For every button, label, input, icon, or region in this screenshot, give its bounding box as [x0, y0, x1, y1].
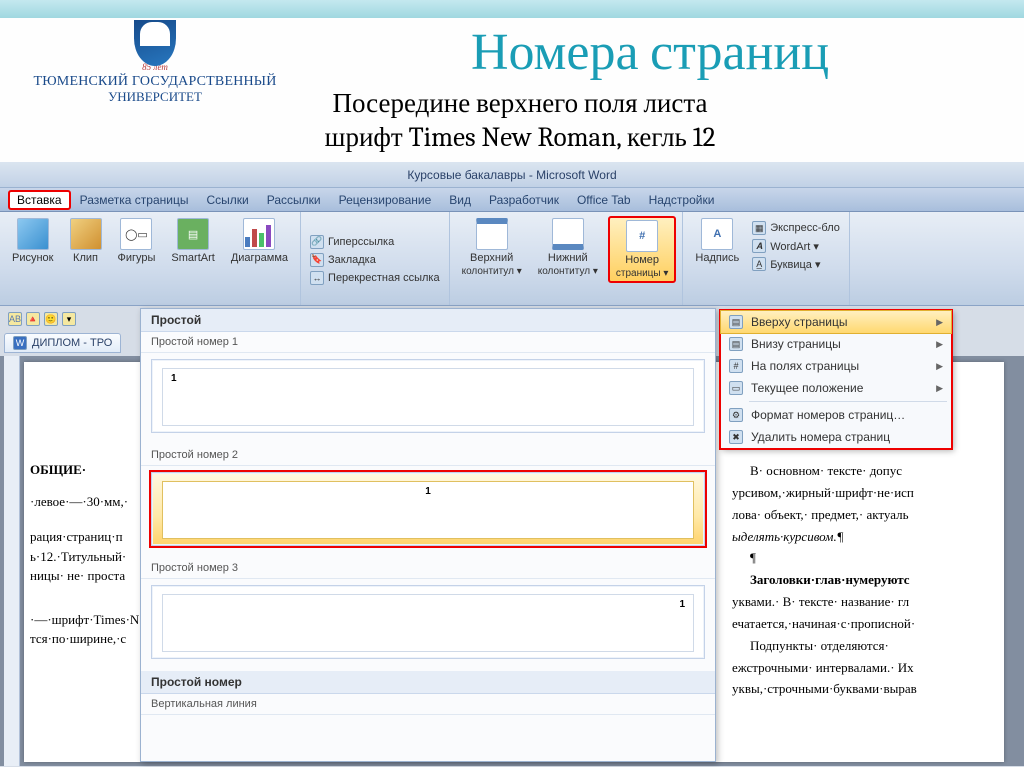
textbox-icon: A	[701, 218, 733, 250]
tab-view[interactable]: Вид	[440, 190, 480, 210]
qat-icon-4[interactable]: ▾	[62, 312, 76, 326]
ribbon: Рисунок Клип ◯▭ Фигуры ▤ SmartArt	[0, 212, 1024, 306]
remove-icon: ✖	[729, 430, 743, 444]
gallery-item-3-label: Простой номер 3	[141, 558, 715, 579]
shapes-icon: ◯▭	[120, 218, 152, 250]
page-number-gallery: Простой Простой номер 1 1 Простой номер …	[140, 308, 716, 762]
header-button[interactable]: Верхний колонтитул ▾	[456, 216, 528, 283]
dd-bottom-of-page[interactable]: ▤ Внизу страницы▶	[721, 333, 951, 355]
word-doc-icon: W	[13, 336, 27, 350]
tab-office-tab[interactable]: Office Tab	[568, 190, 640, 210]
qat-icon-1[interactable]: AB	[8, 312, 22, 326]
slide-subtitle-1: Посередине верхнего поля листа	[140, 88, 900, 119]
dd-page-margins[interactable]: # На полях страницы▶	[721, 355, 951, 377]
picture-icon	[17, 218, 49, 250]
wordart-button[interactable]: 𝑨WordArt ▾	[749, 238, 843, 254]
page-number-button[interactable]: # Номер страницы ▾	[608, 216, 677, 283]
header-icon	[476, 218, 508, 250]
dropcap-button[interactable]: A̲Буквица ▾	[749, 256, 843, 272]
textbox-button[interactable]: A Надпись	[689, 216, 745, 266]
chevron-right-icon: ▶	[936, 383, 943, 394]
chevron-right-icon: ▶	[936, 317, 943, 328]
gallery-item-2[interactable]: 1	[151, 472, 705, 546]
bookmark-button[interactable]: 🔖Закладка	[307, 252, 443, 268]
ribbon-tabs: Вставка Разметка страницы Ссылки Рассылк…	[0, 188, 1024, 212]
quickparts-button[interactable]: ▦Экспресс-бло	[749, 220, 843, 236]
format-icon: ⚙	[729, 408, 743, 422]
vertical-ruler[interactable]	[4, 356, 20, 766]
hyperlink-icon: 🔗	[310, 235, 324, 249]
chevron-right-icon: ▶	[936, 339, 943, 350]
slide-title: Номера страниц	[300, 22, 1000, 82]
tab-developer[interactable]: Разработчик	[480, 190, 568, 210]
tab-mailings[interactable]: Рассылки	[258, 190, 330, 210]
dd-current-position[interactable]: ▭ Текущее положение▶	[721, 377, 951, 399]
qat-icon-2[interactable]: 🔺	[26, 312, 40, 326]
chevron-right-icon: ▶	[936, 361, 943, 372]
smartart-button[interactable]: ▤ SmartArt	[165, 216, 220, 266]
tab-references[interactable]: Ссылки	[197, 190, 257, 210]
page-number-icon: #	[626, 220, 658, 252]
gallery-item-1-label: Простой номер 1	[141, 332, 715, 353]
gallery-item-2-label: Простой номер 2	[141, 445, 715, 466]
smartart-icon: ▤	[177, 218, 209, 250]
footer-icon	[552, 218, 584, 250]
qat-icon-3[interactable]: 🙂	[44, 312, 58, 326]
quickparts-icon: ▦	[752, 221, 766, 235]
crossref-button[interactable]: ↔Перекрестная ссылка	[307, 270, 443, 286]
dd-top-of-page[interactable]: ▤ Вверху страницы▶	[720, 310, 952, 334]
tab-review[interactable]: Рецензирование	[330, 190, 441, 210]
chart-button[interactable]: Диаграмма	[225, 216, 294, 266]
crossref-icon: ↔	[310, 271, 324, 285]
tab-page-layout[interactable]: Разметка страницы	[71, 190, 198, 210]
page-top-icon: ▤	[729, 315, 743, 329]
dd-remove-page-numbers[interactable]: ✖ Удалить номера страниц	[721, 426, 951, 448]
tab-insert[interactable]: Вставка	[8, 190, 71, 210]
slide-subtitle-2: шрифт Times New Roman, кегль 12	[140, 122, 900, 153]
gallery-header-2: Простой номер	[141, 671, 715, 694]
page-bottom-icon: ▤	[729, 337, 743, 351]
gallery-item-3[interactable]: 1	[151, 585, 705, 659]
dropcap-icon: A̲	[752, 257, 766, 271]
footer-button[interactable]: Нижний колонтитул ▾	[532, 216, 604, 283]
shapes-button[interactable]: ◯▭ Фигуры	[112, 216, 162, 266]
tab-addins[interactable]: Надстройки	[640, 190, 724, 210]
bookmark-icon: 🔖	[310, 253, 324, 267]
page-margins-icon: #	[729, 359, 743, 373]
word-window: Курсовые бакалавры - Microsoft Word Вста…	[0, 162, 1024, 767]
gallery-item-4-label: Вертикальная линия	[141, 694, 715, 715]
document-left-text: ОБЩИЕ· ·левое·—·30·мм,· рация·страниц·п …	[30, 460, 150, 649]
current-position-icon: ▭	[729, 381, 743, 395]
document-tab[interactable]: W ДИПЛОМ - ТРО	[4, 333, 121, 353]
hyperlink-button[interactable]: 🔗Гиперссылка	[307, 234, 443, 250]
picture-button[interactable]: Рисунок	[6, 216, 60, 266]
page-number-dropdown: ▤ Вверху страницы▶ ▤ Внизу страницы▶ # Н…	[720, 310, 952, 449]
clipart-icon	[70, 218, 102, 250]
gallery-header: Простой	[141, 309, 715, 332]
clipart-button[interactable]: Клип	[64, 216, 108, 266]
word-titlebar: Курсовые бакалавры - Microsoft Word	[0, 162, 1024, 188]
dd-format-page-numbers[interactable]: ⚙ Формат номеров страниц…	[721, 404, 951, 426]
gallery-item-1[interactable]: 1	[151, 359, 705, 433]
document-right-text: В· основном· тексте· допус урсивом,·жирн…	[732, 462, 1022, 702]
chart-icon	[243, 218, 275, 250]
wordart-icon: 𝑨	[752, 239, 766, 253]
quick-access-toolbar: AB 🔺 🙂 ▾	[4, 308, 134, 330]
